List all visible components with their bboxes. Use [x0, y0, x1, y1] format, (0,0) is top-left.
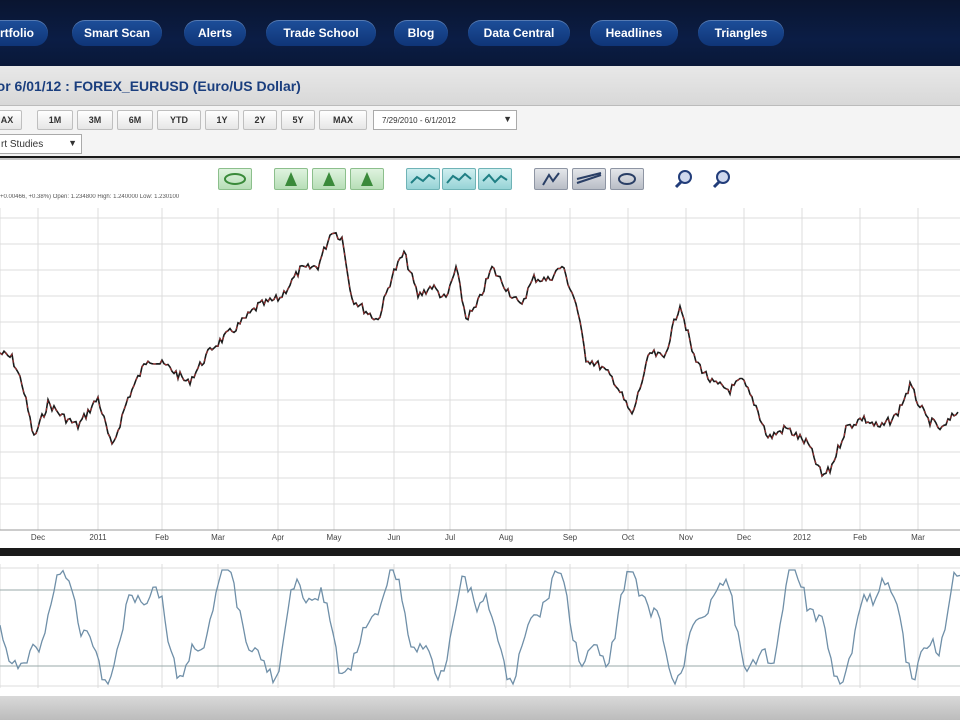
candle-up-icon[interactable] — [274, 168, 308, 190]
nav-smart-scan[interactable]: Smart Scan — [72, 20, 162, 46]
studies-value: rt Studies — [1, 138, 44, 150]
nav-headlines[interactable]: Headlines — [590, 20, 678, 46]
nav-triangles[interactable]: Triangles — [698, 20, 784, 46]
chevron-down-icon: ▼ — [68, 138, 77, 148]
eraser-icon[interactable] — [610, 168, 644, 190]
range-5y-button[interactable]: 5Y — [281, 110, 315, 130]
range-6m-button[interactable]: 6M — [117, 110, 153, 130]
x-axis-label: Apr — [272, 533, 285, 542]
nav-portfolio[interactable]: rtfolio — [0, 20, 48, 46]
x-axis-label: Oct — [622, 533, 635, 542]
chart-toolbar — [0, 158, 960, 194]
price-chart: Dec 2011 Feb Mar Apr May Jun Jul Aug Sep Oct Nov Dec… — [0, 208, 960, 542]
date-range-select[interactable]: 7/29/2010 - 6/1/2012 ▼ — [373, 110, 517, 130]
candle-down-icon[interactable] — [350, 168, 384, 190]
nav-data-central[interactable]: Data Central — [468, 20, 570, 46]
top-navigation: rtfolio Smart Scan Alerts Trade School B… — [0, 0, 960, 66]
range-1y-button[interactable]: 1Y — [205, 110, 239, 130]
range-3m-button[interactable]: 3M — [77, 110, 113, 130]
area-chart-icon[interactable] — [442, 168, 476, 190]
studies-select[interactable]: rt Studies ▼ — [0, 134, 82, 154]
quote-summary: +0.00466, +0.38%) Open: 1.234800 High: 1… — [0, 194, 960, 208]
line-chart-icon[interactable] — [406, 168, 440, 190]
date-range-value: 7/29/2010 - 6/1/2012 — [382, 115, 456, 125]
draw-tool-icon[interactable] — [534, 168, 568, 190]
range-max-button[interactable]: MAX — [319, 110, 367, 130]
price-down-overlay — [0, 232, 959, 477]
x-axis-label: Sep — [563, 533, 578, 542]
price-grid — [0, 208, 960, 531]
chart-type-icon[interactable] — [218, 168, 252, 190]
oscillator-line — [0, 569, 960, 686]
x-axis-labels: Dec 2011 Feb Mar Apr May Jun Jul Aug Sep Oct Nov Dec… — [31, 533, 925, 542]
oscillator-grid — [0, 564, 960, 688]
price-chart-panel[interactable]: Dec 2011 Feb Mar Apr May Jun Jul Aug Sep Oct Nov Dec… — [0, 208, 960, 548]
nav-blog[interactable]: Blog — [394, 20, 448, 46]
range-1m-button[interactable]: 1M — [37, 110, 73, 130]
x-axis-label: Jun — [388, 533, 401, 542]
oscillator-panel[interactable] — [0, 556, 960, 696]
x-axis-label: Aug — [499, 533, 513, 542]
x-axis-label: Dec — [31, 533, 45, 542]
oscillator-chart — [0, 564, 960, 688]
x-axis-label: 2012 — [793, 533, 811, 542]
x-axis-label: Feb — [155, 533, 169, 542]
bottom-scroll-strip[interactable] — [0, 696, 960, 720]
range-toolbar: AX 1M 3M 6M YTD 1Y 2Y 5Y MAX 7/29/2010 -… — [0, 106, 960, 134]
range-max-partial-button[interactable]: AX — [0, 110, 22, 130]
candle-mid-icon[interactable] — [312, 168, 346, 190]
chevron-down-icon: ▼ — [503, 114, 512, 124]
x-axis-label: Mar — [211, 533, 225, 542]
studies-bar: rt Studies ▼ — [0, 134, 960, 156]
x-axis-label: Feb — [853, 533, 867, 542]
nav-alerts[interactable]: Alerts — [184, 20, 246, 46]
range-ytd-button[interactable]: YTD — [157, 110, 201, 130]
x-axis-label: Nov — [679, 533, 693, 542]
x-axis-label: Jul — [445, 533, 455, 542]
x-axis-label: Dec — [737, 533, 751, 542]
range-2y-button[interactable]: 2Y — [243, 110, 277, 130]
page-title: for 6/01/12 : FOREX_EURUSD (Euro/US Doll… — [0, 78, 301, 94]
price-line — [0, 231, 959, 478]
x-axis-label: Mar — [911, 533, 925, 542]
chart-title-bar: for 6/01/12 : FOREX_EURUSD (Euro/US Doll… — [0, 66, 960, 106]
x-axis-label: May — [326, 533, 341, 542]
nav-trade-school[interactable]: Trade School — [266, 20, 376, 46]
bar-chart-icon[interactable] — [478, 168, 512, 190]
zoom-in-icon[interactable] — [668, 168, 702, 190]
zoom-out-icon[interactable] — [706, 168, 740, 190]
x-axis-label: 2011 — [89, 533, 107, 542]
trendline-icon[interactable] — [572, 168, 606, 190]
